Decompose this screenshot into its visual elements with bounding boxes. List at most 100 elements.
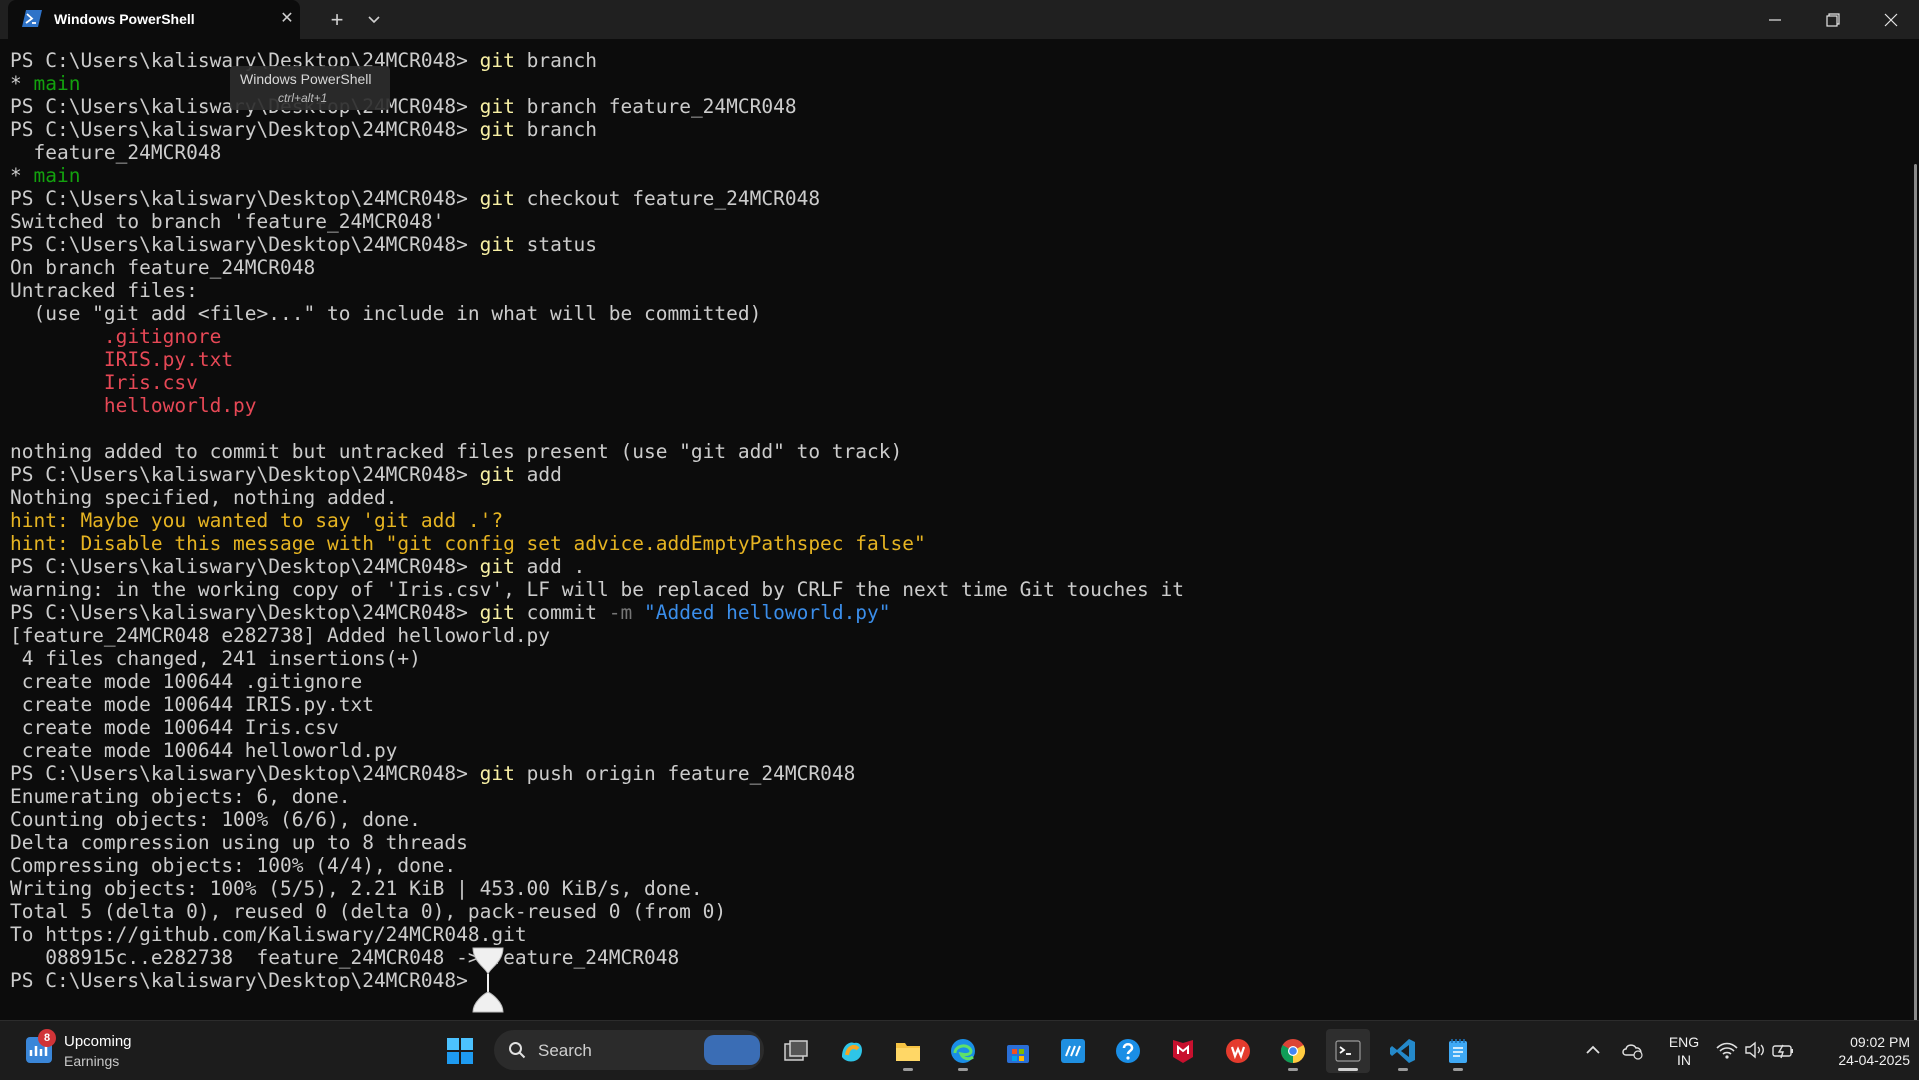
start-button[interactable] xyxy=(438,1029,482,1073)
terminal-text-segment: Switched to branch 'feature_24MCR048' xyxy=(10,210,445,233)
widgets-button[interactable]: 8 Upcoming Earnings xyxy=(24,1029,154,1073)
mcafee-button[interactable] xyxy=(1161,1029,1205,1073)
terminal-line: hint: Disable this message with "git con… xyxy=(10,532,1184,555)
terminal-text-segment: On branch feature_24MCR048 xyxy=(10,256,316,279)
terminal-line: * main xyxy=(10,164,1184,187)
terminal-text-segment: git xyxy=(479,601,515,624)
terminal-text-segment: status xyxy=(514,233,598,256)
vscode-button[interactable] xyxy=(1381,1029,1425,1073)
terminal-text-segment: main xyxy=(33,72,81,95)
terminal-line: Iris.csv xyxy=(10,371,1184,394)
terminal-line: PS C:\Users\kaliswary\Desktop\24MCR048> … xyxy=(10,233,1184,256)
file-explorer-button[interactable] xyxy=(886,1029,930,1073)
terminal-line: helloworld.py xyxy=(10,394,1184,417)
terminal-line: To https://github.com/Kaliswary/24MCR048… xyxy=(10,923,1184,946)
terminal-text-segment: add xyxy=(514,463,562,486)
chrome-button[interactable] xyxy=(1271,1029,1315,1073)
terminal-line: Counting objects: 100% (6/6), done. xyxy=(10,808,1184,831)
help-icon xyxy=(1116,1039,1140,1063)
chevron-down-icon[interactable] xyxy=(362,7,386,33)
tab-windows-powershell[interactable]: Windows PowerShell ✕ xyxy=(8,0,300,39)
edge-button[interactable] xyxy=(941,1029,985,1073)
terminal-text-segment: Total 5 (delta 0), reused 0 (delta 0), p… xyxy=(10,900,727,923)
title-bar: Windows PowerShell ✕ + xyxy=(0,0,1919,39)
terminal-pane[interactable]: PS C:\Users\kaliswary\Desktop\24MCR048> … xyxy=(0,39,1919,1034)
scrollbar-thumb[interactable] xyxy=(1914,164,1917,1034)
terminal-text-segment: nothing added to commit but untracked fi… xyxy=(10,440,903,463)
terminal-line: create mode 100644 Iris.csv xyxy=(10,716,1184,739)
search-highlight-image xyxy=(704,1035,760,1065)
terminal-text-segment: PS C:\Users\kaliswary\Desktop\24MCR048> xyxy=(10,118,480,141)
terminal-text-segment: * xyxy=(10,164,34,187)
terminal-text-segment: PS C:\Users\kaliswary\Desktop\24MCR048> xyxy=(10,762,480,785)
myhp-button[interactable] xyxy=(1051,1029,1095,1073)
terminal-text-segment: git xyxy=(479,95,515,118)
task-view-button[interactable] xyxy=(774,1029,818,1073)
restore-icon[interactable] xyxy=(1805,0,1861,39)
terminal-text-segment: -m xyxy=(608,601,633,624)
terminal-line: PS C:\Users\kaliswary\Desktop\24MCR048> … xyxy=(10,601,1184,624)
copilot-button[interactable] xyxy=(830,1029,874,1073)
vscode-icon xyxy=(1390,1039,1415,1063)
terminal-line: feature_24MCR048 xyxy=(10,141,1184,164)
terminal-text-segment: Enumerating objects: 6, done. xyxy=(10,785,351,808)
terminal-line: On branch feature_24MCR048 xyxy=(10,256,1184,279)
tab-title: Windows PowerShell xyxy=(54,11,195,27)
notepad-button[interactable] xyxy=(1436,1029,1480,1073)
onedrive-sync-icon[interactable] xyxy=(1620,1037,1646,1063)
tab-close-icon[interactable]: ✕ xyxy=(276,8,298,30)
terminal-line: nothing added to commit but untracked fi… xyxy=(10,440,1184,463)
input-language-indicator[interactable]: ENG IN xyxy=(1664,1033,1704,1069)
taskbar: 8 Upcoming Earnings Search ENG IN 09:02 … xyxy=(0,1020,1919,1080)
close-window-icon[interactable] xyxy=(1863,0,1919,39)
task-view-icon xyxy=(784,1040,808,1061)
terminal-output: PS C:\Users\kaliswary\Desktop\24MCR048> … xyxy=(10,49,1184,992)
show-hidden-icons-chevron-icon[interactable] xyxy=(1580,1037,1606,1063)
myhp-icon xyxy=(1061,1039,1085,1063)
terminal-text-segment: (use "git add <file>..." to include in w… xyxy=(10,302,762,325)
terminal-line: hint: Maybe you wanted to say 'git add .… xyxy=(10,509,1184,532)
terminal-text-segment: PS C:\Users\kaliswary\Desktop\24MCR048> xyxy=(10,463,480,486)
busy-cursor-icon xyxy=(472,947,504,1013)
minimize-icon[interactable] xyxy=(1747,0,1803,39)
help-button[interactable] xyxy=(1106,1029,1150,1073)
terminal-text-segment: Compressing objects: 100% (4/4), done. xyxy=(10,854,457,877)
terminal-text-segment: Writing objects: 100% (5/5), 2.21 KiB | … xyxy=(10,877,703,900)
microsoft-store-button[interactable] xyxy=(996,1029,1040,1073)
terminal-line: Enumerating objects: 6, done. xyxy=(10,785,1184,808)
wifi-icon[interactable] xyxy=(1714,1037,1740,1063)
store-icon xyxy=(1007,1045,1029,1063)
terminal-line: 4 files changed, 241 insertions(+) xyxy=(10,647,1184,670)
taskbar-search[interactable]: Search xyxy=(494,1030,764,1070)
terminal-text-segment: git xyxy=(479,49,515,72)
clock-date: 24-04-2025 xyxy=(1838,1052,1910,1068)
terminal-text-segment: [feature_24MCR048 e282738] Added hellowo… xyxy=(10,624,551,647)
terminal-line: Total 5 (delta 0), reused 0 (delta 0), p… xyxy=(10,900,1184,923)
terminal-text-segment: git xyxy=(479,463,515,486)
terminal-text-segment: IRIS.py.txt xyxy=(10,348,234,371)
powershell-icon xyxy=(22,10,42,27)
battery-charging-icon[interactable] xyxy=(1770,1037,1796,1063)
terminal-text-segment: 088915c..e282738 feature_24MCR048 -> fea… xyxy=(10,946,680,969)
terminal-text-segment: PS C:\Users\kaliswary\Desktop\24MCR048> xyxy=(10,969,480,992)
terminal-line: Switched to branch 'feature_24MCR048' xyxy=(10,210,1184,233)
volume-icon[interactable] xyxy=(1742,1037,1768,1063)
terminal-text-segment: PS C:\Users\kaliswary\Desktop\24MCR048> xyxy=(10,233,480,256)
terminal-text-segment: warning: in the working copy of 'Iris.cs… xyxy=(10,578,1184,601)
terminal-icon xyxy=(1335,1040,1361,1062)
terminal-text-segment: Counting objects: 100% (6/6), done. xyxy=(10,808,421,831)
terminal-text-segment: push origin feature_24MCR048 xyxy=(514,762,856,785)
widget-subtitle: Earnings xyxy=(64,1053,120,1069)
wps-office-button[interactable] xyxy=(1216,1029,1260,1073)
terminal-line: PS C:\Users\kaliswary\Desktop\24MCR048> … xyxy=(10,762,1184,785)
new-tab-icon[interactable]: + xyxy=(320,7,354,33)
terminal-button[interactable] xyxy=(1326,1029,1370,1073)
terminal-line: Delta compression using up to 8 threads xyxy=(10,831,1184,854)
terminal-text-segment: To https://github.com/Kaliswary/24MCR048… xyxy=(10,923,527,946)
terminal-text-segment: Iris.csv xyxy=(10,371,198,394)
terminal-text-segment: git xyxy=(479,555,515,578)
terminal-text-segment: PS C:\Users\kaliswary\Desktop\24MCR048> xyxy=(10,555,480,578)
terminal-text-segment: .gitignore xyxy=(10,325,222,348)
system-clock[interactable]: 09:02 PM 24-04-2025 xyxy=(1810,1033,1910,1069)
region-code: IN xyxy=(1677,1052,1691,1068)
